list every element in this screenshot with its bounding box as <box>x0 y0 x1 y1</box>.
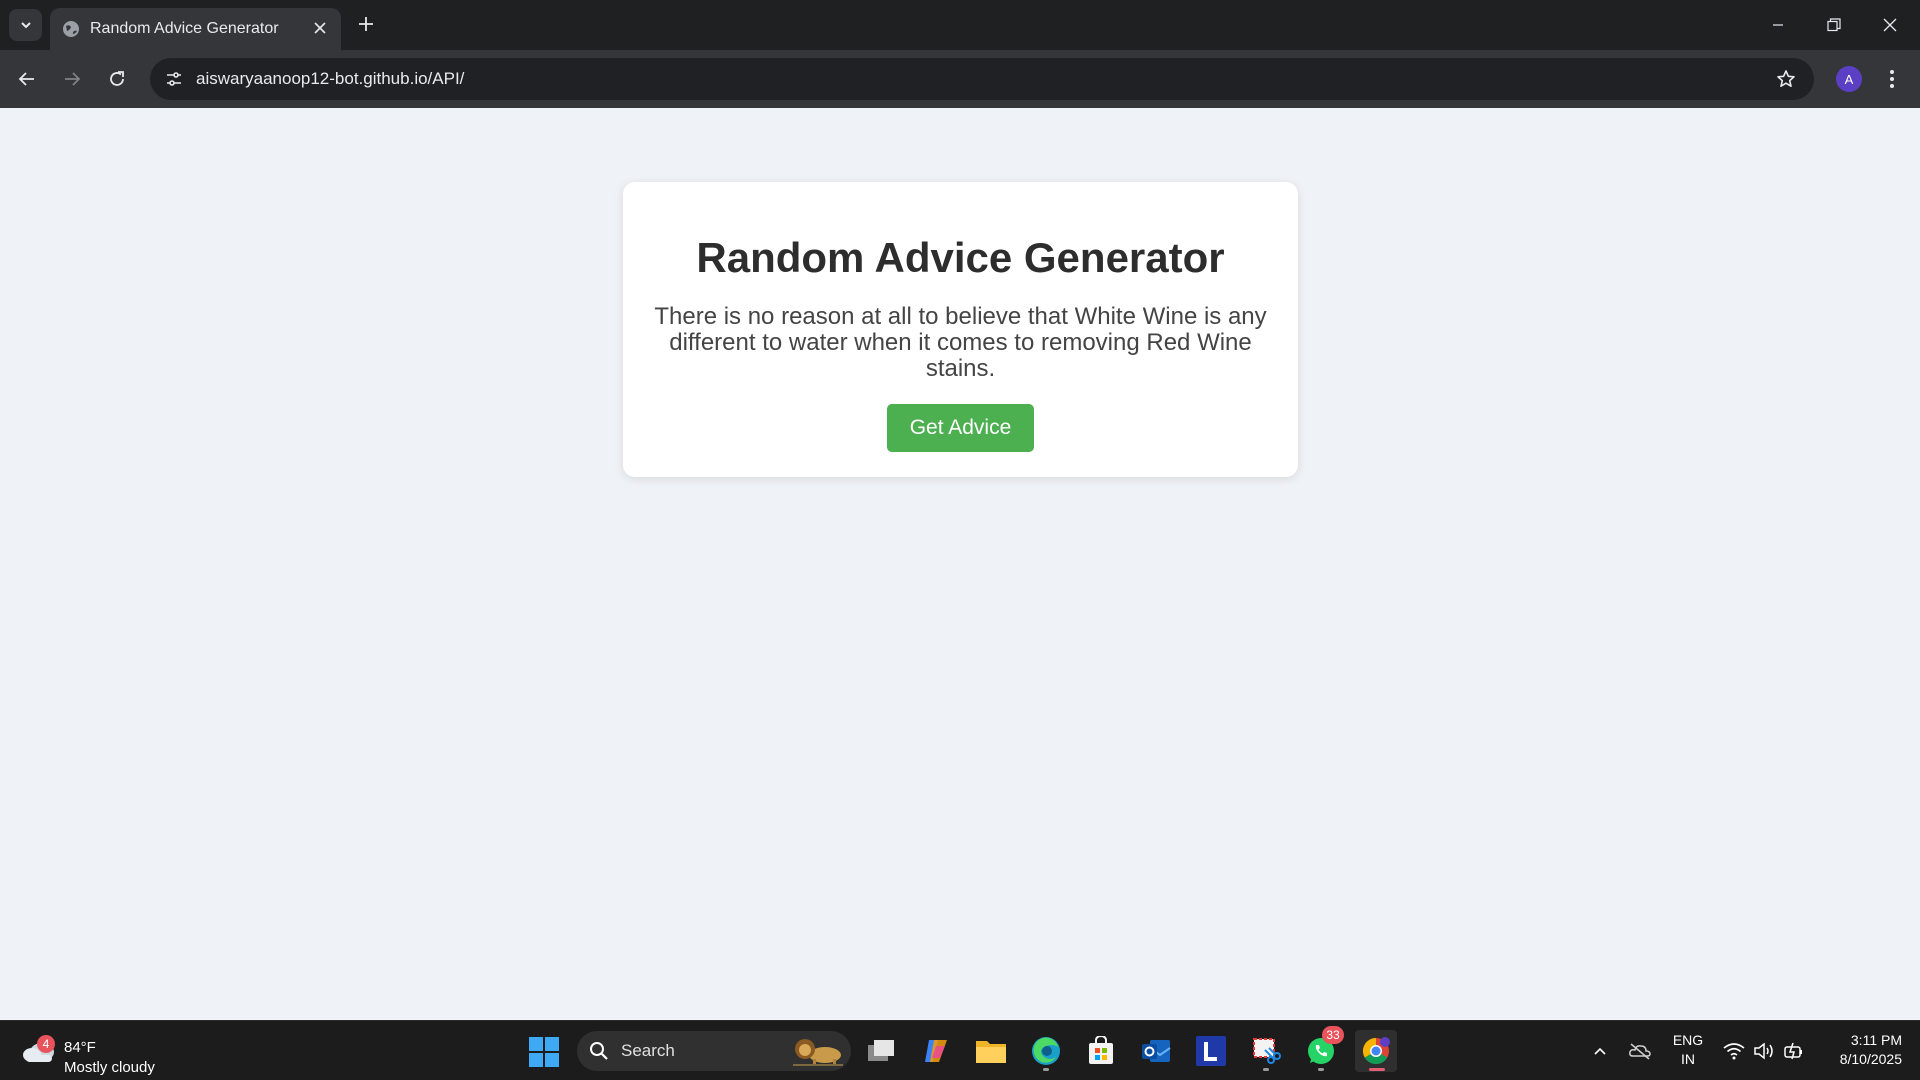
windows-logo-icon <box>529 1037 559 1067</box>
taskbar-search[interactable]: Search <box>577 1031 851 1071</box>
battery-charging-icon <box>1784 1042 1802 1060</box>
taskbar-whatsapp[interactable]: 33 <box>1300 1026 1344 1072</box>
tab-search-button[interactable] <box>9 9 42 41</box>
taskbar: 4 84°F Mostly cloudy Search 33 ENG IN 3:… <box>0 1020 1920 1080</box>
chevron-up-icon <box>1594 1047 1606 1055</box>
taskbar-file-explorer[interactable] <box>970 1030 1012 1072</box>
chrome-icon <box>1362 1037 1390 1065</box>
advice-text: There is no reason at all to believe tha… <box>654 303 1267 382</box>
language-code: ENG <box>1672 1032 1704 1048</box>
minimize-button[interactable] <box>1750 0 1806 50</box>
language-region: IN <box>1681 1051 1695 1067</box>
page-viewport: Random Advice Generator There is no reas… <box>0 108 1920 1020</box>
search-placeholder: Search <box>621 1041 675 1060</box>
wifi-button[interactable] <box>1722 1039 1746 1063</box>
folder-icon <box>976 1041 1006 1063</box>
browser-toolbar: aiswaryaanoop12-bot.github.io/API/ A <box>0 50 1920 108</box>
volume-icon <box>1754 1042 1773 1060</box>
running-indicator <box>1318 1068 1324 1071</box>
wifi-icon <box>1723 1043 1745 1060</box>
store-icon <box>1089 1036 1113 1064</box>
weather-description: Mostly cloudy <box>64 1059 155 1076</box>
close-icon <box>1883 18 1897 32</box>
restore-icon <box>1827 18 1841 32</box>
arrow-left-icon <box>18 72 34 86</box>
chevron-down-icon <box>20 22 31 29</box>
close-window-button[interactable] <box>1862 0 1918 50</box>
url-text[interactable]: aiswaryaanoop12-bot.github.io/API/ <box>196 69 464 89</box>
new-tab-button[interactable] <box>352 10 380 38</box>
more-vert-icon <box>1890 70 1894 88</box>
page-title: Random Advice Generator <box>696 234 1225 281</box>
plus-icon <box>359 17 373 31</box>
l-app-icon <box>1196 1036 1226 1066</box>
globe-icon <box>63 21 79 37</box>
taskbar-outlook[interactable] <box>1135 1030 1177 1072</box>
show-hidden-icons-button[interactable] <box>1588 1039 1612 1063</box>
taskbar-chrome[interactable] <box>1355 1030 1397 1072</box>
cloud-off-icon <box>1629 1043 1651 1060</box>
edge-icon <box>1032 1037 1060 1065</box>
reload-button[interactable] <box>101 63 133 95</box>
weather-widget[interactable]: 4 84°F Mostly cloudy <box>20 1029 170 1076</box>
clock-date: 8/10/2025 <box>1839 1051 1902 1067</box>
restore-button[interactable] <box>1806 0 1862 50</box>
browser-tab[interactable]: Random Advice Generator <box>50 8 341 50</box>
tab-strip: Random Advice Generator <box>0 0 1920 50</box>
tab-close-button[interactable] <box>308 16 332 40</box>
site-info-button[interactable] <box>158 63 190 95</box>
taskbar-l-app[interactable] <box>1190 1030 1232 1072</box>
outlook-icon <box>1142 1040 1171 1062</box>
taskbar-clock[interactable]: 3:11 PM 8/10/2025 <box>1818 1031 1902 1069</box>
forward-button[interactable] <box>56 63 88 95</box>
advice-card: Random Advice Generator There is no reas… <box>623 182 1298 477</box>
profile-avatar[interactable]: A <box>1836 66 1862 92</box>
snipping-tool-icon <box>1253 1038 1281 1064</box>
tune-icon <box>167 72 181 86</box>
clock-time: 3:11 PM <box>1850 1032 1902 1048</box>
start-button[interactable] <box>528 1036 560 1068</box>
taskbar-snipping-tool[interactable] <box>1245 1030 1287 1072</box>
active-indicator <box>1369 1068 1385 1071</box>
star-icon <box>1777 70 1795 87</box>
minimize-icon <box>1773 24 1783 26</box>
weather-temperature: 84°F <box>64 1039 96 1056</box>
tab-title: Random Advice Generator <box>90 20 279 37</box>
back-button[interactable] <box>11 63 43 95</box>
get-advice-button[interactable]: Get Advice <box>887 404 1034 452</box>
task-view-icon <box>868 1040 894 1061</box>
taskbar-copilot[interactable] <box>915 1030 957 1072</box>
reload-icon <box>110 71 124 86</box>
arrow-right-icon <box>65 72 81 86</box>
running-indicator <box>1043 1068 1049 1071</box>
battery-button[interactable] <box>1782 1039 1806 1063</box>
search-icon <box>590 1042 608 1060</box>
taskbar-edge[interactable] <box>1025 1030 1067 1072</box>
onedrive-tray-button[interactable] <box>1628 1039 1652 1063</box>
bookmark-button[interactable] <box>1772 65 1800 93</box>
taskbar-task-view[interactable] <box>860 1030 902 1072</box>
lion-illustration-icon <box>793 1039 843 1066</box>
language-indicator[interactable]: ENG IN <box>1670 1031 1706 1069</box>
address-bar[interactable]: aiswaryaanoop12-bot.github.io/API/ <box>150 58 1814 100</box>
running-indicator <box>1263 1068 1269 1071</box>
close-icon <box>314 22 326 34</box>
weather-badge: 4 <box>37 1035 55 1053</box>
whatsapp-badge: 33 <box>1322 1026 1344 1044</box>
taskbar-microsoft-store[interactable] <box>1080 1030 1122 1072</box>
volume-button[interactable] <box>1752 1039 1776 1063</box>
copilot-icon <box>925 1040 947 1062</box>
browser-menu-button[interactable] <box>1880 63 1904 95</box>
